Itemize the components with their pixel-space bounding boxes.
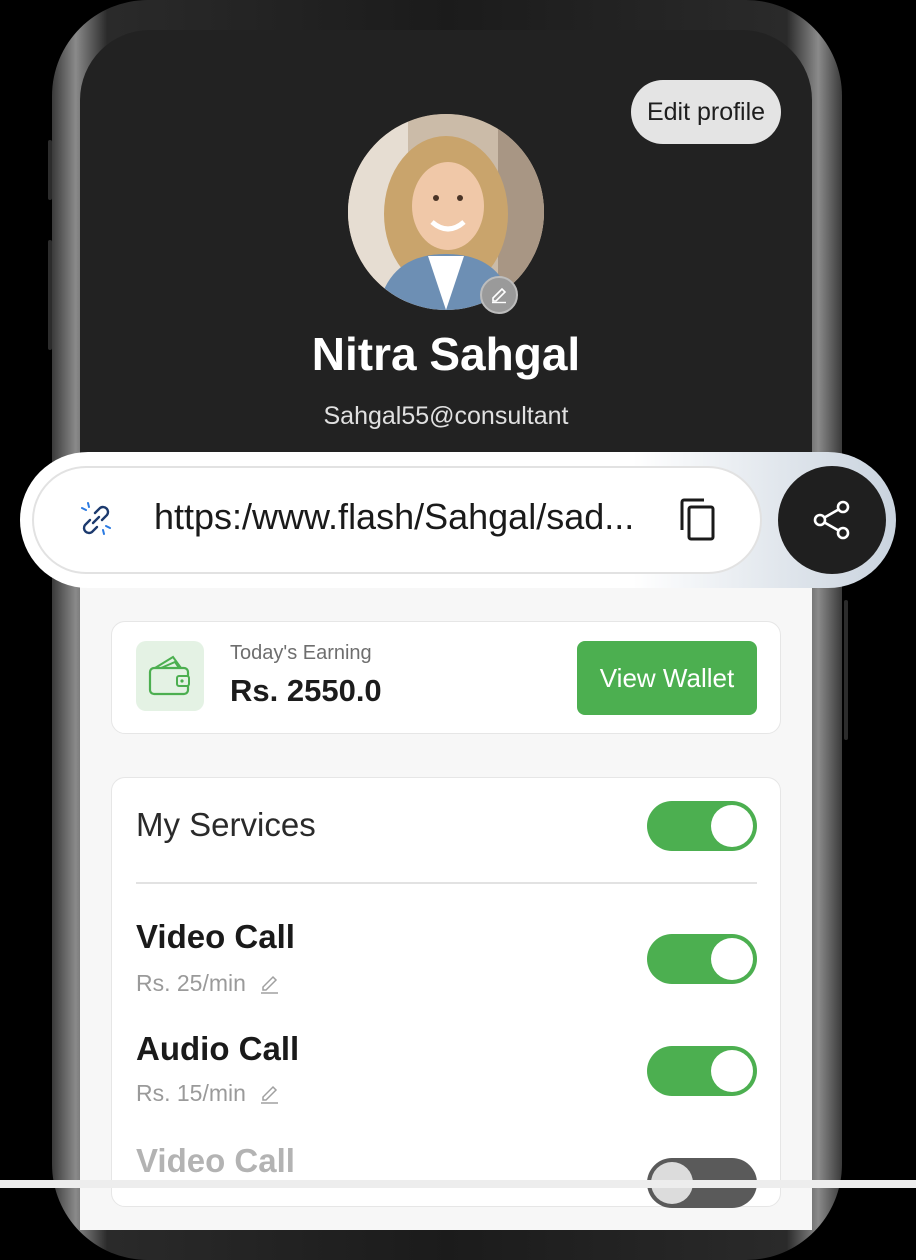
service-price-text: Rs. 15/min	[136, 1080, 246, 1106]
avatar-edit-button[interactable]	[480, 276, 518, 314]
service-name: Video Call	[136, 918, 295, 955]
earning-label: Today's Earning	[230, 642, 372, 664]
copy-icon[interactable]	[676, 496, 720, 544]
profile-handle: Sahgal55@consultant	[323, 402, 569, 430]
pencil-icon	[492, 287, 507, 304]
share-link-url: https:/www.flash/Sahgal/sad...	[154, 496, 635, 537]
view-wallet-button[interactable]: View Wallet	[577, 641, 757, 715]
wallet-icon	[136, 641, 204, 711]
share-icon	[813, 500, 850, 540]
divider	[136, 882, 757, 884]
earning-value: Rs. 2550.0	[230, 673, 382, 708]
service-price-text: Rs. 25/min	[136, 970, 246, 996]
services-title: My Services	[136, 806, 316, 843]
service-name: Video Call	[136, 1142, 295, 1179]
edit-profile-button[interactable]: Edit profile	[631, 80, 781, 144]
service-price: Rs. 25/min	[136, 970, 280, 997]
bottom-edge	[0, 1180, 916, 1188]
phone-side-button	[844, 600, 848, 740]
phone-side-button	[48, 240, 52, 350]
phone-side-button	[48, 140, 52, 200]
edit-price-icon[interactable]	[258, 1083, 280, 1105]
link-icon	[81, 502, 111, 535]
edit-price-icon[interactable]	[258, 973, 280, 995]
avatar-photo	[348, 114, 544, 310]
share-button[interactable]	[778, 466, 886, 574]
avatar[interactable]	[348, 114, 544, 310]
services-master-toggle[interactable]	[647, 801, 757, 851]
service-name: Audio Call	[136, 1030, 300, 1067]
service-price: Rs. 15/min	[136, 1080, 280, 1107]
service-toggle-audio-call[interactable]	[647, 1046, 757, 1096]
profile-name: Nitra Sahgal	[311, 328, 581, 380]
service-toggle-video-call[interactable]	[647, 934, 757, 984]
